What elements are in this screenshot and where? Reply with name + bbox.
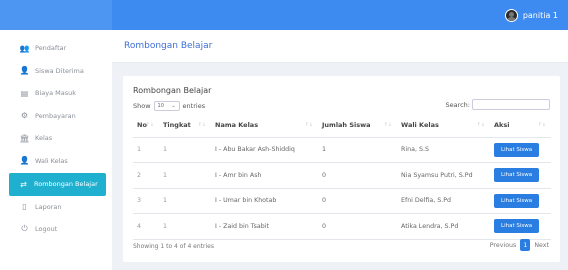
user-name[interactable]: panitia 1: [523, 11, 558, 20]
lihat-siswa-button[interactable]: Lihat Siswa: [494, 142, 540, 157]
cell-wali-kelas: Rina, S.S: [397, 137, 490, 163]
users-icon: 👥: [19, 43, 30, 53]
table-row: 1 1 I - Abu Bakar Ash-Shiddiq 1 Rina, S.…: [133, 137, 551, 163]
sidebar-item-kelas[interactable]: 🏛 Kelas: [0, 127, 112, 150]
sidebar-item-label: Wali Kelas: [35, 156, 68, 165]
sidebar-item-logout[interactable]: ⏻ Logout: [0, 218, 112, 241]
sidebar-item-label: Rombongan Belajar: [34, 180, 98, 189]
cell-tingkat: 1: [159, 213, 211, 240]
cell-aksi: Lihat Siswa: [490, 137, 551, 163]
sort-icon: ↑↓: [197, 122, 206, 128]
sort-icon: ↑↓: [537, 122, 546, 128]
column-header-nama-kelas[interactable]: Nama Kelas ↑↓: [211, 114, 318, 138]
cell-no: 2: [133, 162, 159, 189]
cell-no: 3: [133, 188, 159, 214]
sidebar-item-label: Siswa Diterima: [35, 66, 84, 75]
cell-jumlah-siswa: 0: [318, 213, 397, 240]
pagination: Previous 1 Next: [490, 239, 549, 251]
power-icon: ⏻: [21, 224, 28, 234]
cell-jumlah-siswa: 1: [318, 137, 397, 163]
lihat-siswa-button[interactable]: Lihat Siswa: [494, 168, 540, 183]
person-icon: 👤: [19, 156, 30, 166]
sidebar-item-label: Logout: [35, 225, 58, 234]
cell-aksi: Lihat Siswa: [490, 213, 551, 240]
table-info: Showing 1 to 4 of 4 entries: [133, 243, 214, 250]
sort-icon: ↑↓: [383, 122, 392, 128]
data-card: Rombongan Belajar Show 10 ⌄ entries Sear…: [123, 76, 560, 262]
cell-no: 1: [133, 137, 159, 163]
column-header-wali-kelas[interactable]: Wali Kelas ↑↓: [397, 114, 490, 138]
search-input[interactable]: [472, 99, 550, 110]
column-header-tingkat[interactable]: Tingkat ↑↓: [159, 114, 211, 138]
sidebar-item-label: Biaya Masuk: [35, 89, 77, 98]
sidebar: 👥 Pendaftar 👤 Siswa Diterima ▤ Biaya Mas…: [0, 30, 112, 270]
lihat-siswa-button[interactable]: Lihat Siswa: [494, 193, 540, 208]
search-control: Search:: [445, 99, 550, 110]
table-row: 3 1 I - Umar bin Khotab 0 Efni Delfia, S…: [133, 188, 551, 214]
table-row: 2 1 I - Amr bin Ash 0 Nia Syamsu Putri, …: [133, 162, 551, 189]
column-header-jumlah-siswa[interactable]: Jumlah Siswa ↑↓: [318, 114, 397, 138]
cell-jumlah-siswa: 0: [318, 162, 397, 189]
page-title: Rombongan Belajar: [124, 41, 213, 51]
sidebar-item-wali-kelas[interactable]: 👤 Wali Kelas: [0, 150, 112, 173]
card-title: Rombongan Belajar: [133, 86, 212, 95]
sidebar-item-laporan[interactable]: ▯ Laporan: [0, 196, 112, 219]
cell-tingkat: 1: [159, 162, 211, 189]
cell-jumlah-siswa: 0: [318, 188, 397, 214]
entries-length-control: Show 10 ⌄ entries: [133, 101, 205, 111]
cell-aksi: Lihat Siswa: [490, 162, 551, 189]
entries-select[interactable]: 10 ⌄: [153, 101, 180, 111]
table-header-row: No ↑↓ Tingkat ↑↓ Nama Kelas ↑↓ Jumlah Siswa…: [133, 114, 551, 138]
document-icon: ▯: [22, 202, 27, 212]
previous-button[interactable]: Previous: [490, 242, 517, 249]
sort-icon: ↑↓: [476, 122, 485, 128]
cell-nama-kelas: I - Umar bin Khotab: [211, 188, 318, 214]
table-icon: ▤: [20, 88, 29, 98]
page-button-current[interactable]: 1: [520, 239, 531, 251]
group-icon: ⇄: [20, 179, 27, 189]
lihat-siswa-button[interactable]: Lihat Siswa: [494, 219, 540, 234]
brand-area: [0, 0, 112, 30]
rombel-table: No ↑↓ Tingkat ↑↓ Nama Kelas ↑↓ Jumlah Siswa…: [133, 114, 551, 240]
entries-select-value: 10: [157, 103, 164, 109]
user-check-icon: 👤: [19, 66, 30, 76]
sidebar-item-label: Pembayaran: [35, 111, 76, 120]
entries-label: entries: [182, 102, 206, 110]
sidebar-item-rombongan-belajar[interactable]: ⇄ Rombongan Belajar: [9, 173, 106, 196]
avatar[interactable]: [504, 8, 518, 22]
sidebar-item-pembayaran[interactable]: ⚙ Pembayaran: [0, 105, 112, 128]
table-row: 4 1 I - Zaid bin Tsabit 0 Atika Lendra, …: [133, 213, 551, 240]
column-header-no[interactable]: No ↑↓: [133, 114, 159, 138]
sidebar-item-siswa-diterima[interactable]: 👤 Siswa Diterima: [0, 60, 112, 83]
cell-wali-kelas: Efni Delfia, S.Pd: [397, 188, 490, 214]
sort-icon: ↑↓: [145, 122, 154, 128]
cell-wali-kelas: Nia Syamsu Putri, S.Pd: [397, 162, 490, 189]
page-header: Rombongan Belajar: [112, 30, 568, 63]
top-navbar: panitia 1: [0, 0, 568, 30]
payment-icon: ⚙: [20, 111, 29, 121]
show-label: Show: [133, 102, 151, 110]
user-menu[interactable]: panitia 1: [504, 0, 558, 30]
sidebar-item-biaya-masuk[interactable]: ▤ Biaya Masuk: [0, 82, 112, 105]
sidebar-item-label: Kelas: [35, 134, 53, 143]
cell-wali-kelas: Atika Lendra, S.Pd: [397, 213, 490, 240]
cell-nama-kelas: I - Zaid bin Tsabit: [211, 213, 318, 240]
next-button[interactable]: Next: [534, 242, 549, 249]
building-icon: 🏛: [19, 133, 30, 143]
cell-nama-kelas: I - Abu Bakar Ash-Shiddiq: [211, 137, 318, 163]
chevron-down-icon: ⌄: [171, 103, 176, 109]
sidebar-item-label: Pendaftar: [35, 44, 67, 53]
column-header-aksi[interactable]: Aksi ↑↓: [490, 114, 551, 138]
sidebar-item-pendaftar[interactable]: 👥 Pendaftar: [0, 37, 112, 60]
cell-tingkat: 1: [159, 188, 211, 214]
cell-nama-kelas: I - Amr bin Ash: [211, 162, 318, 189]
sort-icon: ↑↓: [304, 122, 313, 128]
cell-aksi: Lihat Siswa: [490, 188, 551, 214]
cell-no: 4: [133, 213, 159, 240]
search-label: Search:: [445, 100, 470, 109]
sidebar-item-label: Laporan: [35, 202, 62, 211]
cell-tingkat: 1: [159, 137, 211, 163]
